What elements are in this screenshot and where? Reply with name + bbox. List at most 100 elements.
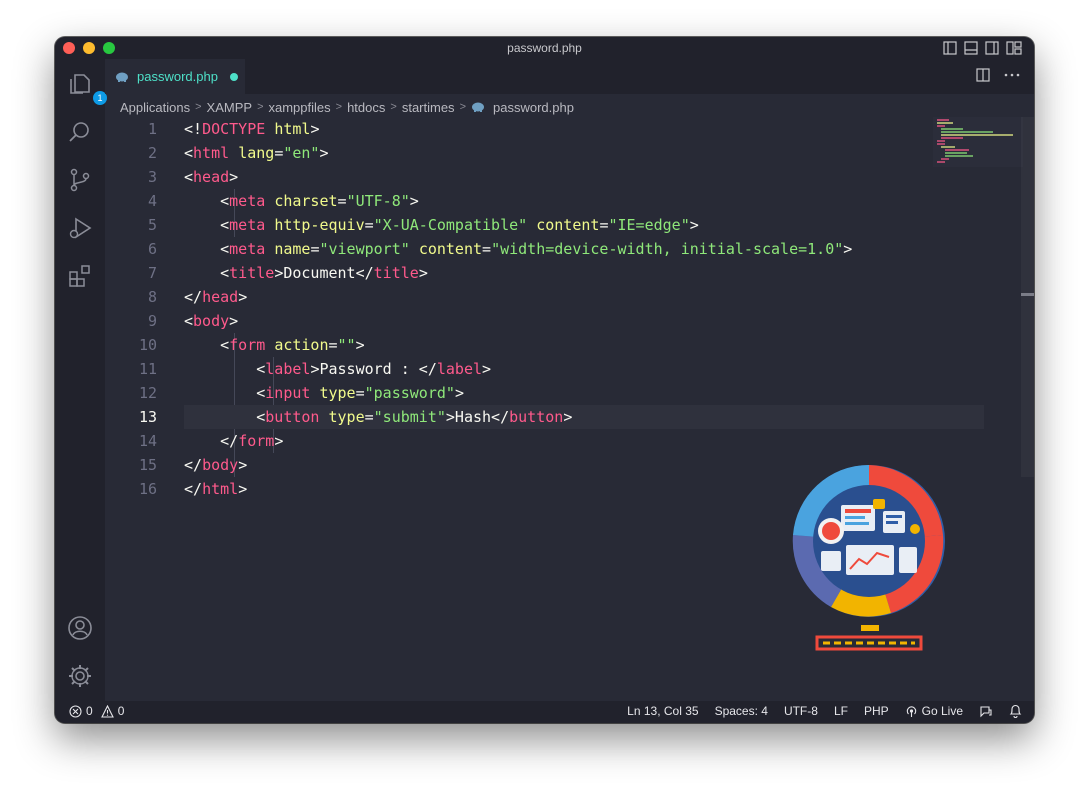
search-icon[interactable]: [67, 119, 93, 145]
code-token: >: [409, 192, 419, 210]
line-number: 9: [147, 312, 157, 330]
split-editor-icon[interactable]: [976, 68, 990, 82]
code-token: <: [184, 240, 230, 258]
code-line[interactable]: <body>: [184, 309, 238, 333]
cursor-position[interactable]: Ln 13, Col 35: [627, 704, 698, 718]
code-token: <: [184, 336, 230, 354]
code-token: title: [229, 264, 275, 282]
code-line[interactable]: </head>: [184, 285, 247, 309]
code-token: <: [184, 144, 194, 162]
code-line[interactable]: <head>: [184, 165, 238, 189]
code-line[interactable]: <meta charset="UTF-8">: [184, 189, 419, 213]
code-line[interactable]: <input type="password">: [184, 381, 464, 405]
code-line[interactable]: <meta http-equiv="X-UA-Compatible" conte…: [184, 213, 699, 237]
code-token: "width=device-width, initial-scale=1.0": [491, 240, 844, 258]
line-number: 4: [147, 192, 157, 210]
problems-indicator[interactable]: 0 0: [69, 704, 124, 718]
accounts-icon[interactable]: [67, 615, 93, 641]
indentation-setting[interactable]: Spaces: 4: [715, 704, 768, 718]
tab-password-php[interactable]: password.php: [105, 59, 245, 94]
run-and-debug-icon[interactable]: [67, 215, 93, 241]
language-mode[interactable]: PHP: [864, 704, 889, 718]
code-token: >: [274, 432, 284, 450]
code-token: meta: [229, 216, 266, 234]
code-token: http-equiv: [274, 216, 365, 234]
code-token: >: [229, 168, 239, 186]
code-token: action: [274, 336, 329, 354]
breadcrumb-xampp[interactable]: XAMPP: [207, 100, 253, 115]
code-token: "password": [364, 384, 455, 402]
notifications-bell-icon[interactable]: [1009, 704, 1022, 718]
breadcrumb-xamppfiles[interactable]: xamppfiles: [269, 100, 331, 115]
code-token: "viewport": [319, 240, 410, 258]
toggle-secondary-sidebar-icon[interactable]: [985, 41, 999, 55]
layout-controls: [943, 41, 1022, 55]
window-title: password.php: [507, 41, 582, 55]
extensions-icon[interactable]: [67, 263, 93, 289]
line-number: 14: [138, 432, 157, 450]
explorer-icon[interactable]: 1: [67, 71, 107, 105]
breadcrumb-applications[interactable]: Applications: [120, 100, 190, 115]
code-token: meta: [229, 192, 266, 210]
code-token: >: [689, 216, 699, 234]
code-line[interactable]: </form>: [184, 429, 283, 453]
code-line[interactable]: <html lang="en">: [184, 141, 329, 165]
customize-layout-icon[interactable]: [1006, 41, 1022, 55]
line-number: 10: [138, 336, 157, 354]
code-line[interactable]: </body>: [184, 453, 247, 477]
line-number: 3: [147, 168, 157, 186]
source-control-icon[interactable]: [67, 167, 93, 193]
warning-triangle-icon: [100, 704, 114, 718]
code-token: =: [328, 336, 338, 354]
code-token: label: [436, 360, 483, 378]
code-token: </: [184, 288, 203, 306]
code-token: <: [184, 312, 194, 330]
code-token: >: [482, 360, 492, 378]
code-line[interactable]: <form action="">: [184, 333, 365, 357]
code-token: title: [373, 264, 419, 282]
code-token: type: [328, 408, 365, 426]
code-token: =: [364, 408, 374, 426]
breadcrumb-htdocs[interactable]: htdocs: [347, 100, 385, 115]
chevron-right-icon: >: [335, 101, 343, 113]
file-encoding[interactable]: UTF-8: [784, 704, 818, 718]
line-number: 2: [147, 144, 157, 162]
tab-label: password.php: [137, 69, 218, 84]
chevron-right-icon: >: [257, 101, 264, 113]
code-line[interactable]: <meta name="viewport" content="width=dev…: [184, 237, 852, 261]
code-line[interactable]: </html>: [184, 477, 247, 501]
go-live-button[interactable]: Go Live: [905, 704, 963, 718]
end-of-line[interactable]: LF: [834, 704, 848, 718]
line-number: 11: [138, 360, 157, 378]
minimap[interactable]: [933, 117, 1023, 167]
code-token: >: [418, 264, 428, 282]
breadcrumb-file[interactable]: password.php: [493, 100, 574, 115]
more-actions-icon[interactable]: [1004, 73, 1020, 77]
chevron-right-icon: >: [390, 101, 397, 113]
code-token: "IE=edge": [608, 216, 690, 234]
code-token: "X-UA-Compatible": [373, 216, 528, 234]
code-token: >Hash</: [445, 408, 510, 426]
vertical-scrollbar[interactable]: [1021, 117, 1034, 477]
scrollbar-cursor-marker[interactable]: [1021, 293, 1034, 296]
code-token: button: [265, 408, 320, 426]
feedback-icon[interactable]: [979, 704, 993, 718]
code-token: meta: [229, 240, 266, 258]
breadcrumb-startimes[interactable]: startimes: [402, 100, 455, 115]
manage-gear-icon[interactable]: [67, 663, 93, 689]
code-token: <: [184, 168, 194, 186]
code-line[interactable]: <button type="submit">Hash</button>: [184, 405, 572, 429]
code-line[interactable]: <label>Password : </label>: [184, 357, 491, 381]
code-line[interactable]: <title>Document</title>: [184, 261, 428, 285]
code-token: >: [238, 456, 248, 474]
code-token: head: [202, 288, 239, 306]
code-line[interactable]: <!DOCTYPE html>: [184, 117, 319, 141]
unsaved-indicator-icon[interactable]: [229, 72, 238, 81]
toggle-panel-icon[interactable]: [964, 41, 978, 55]
code-token: <: [184, 192, 230, 210]
toggle-primary-sidebar-icon[interactable]: [943, 41, 957, 55]
